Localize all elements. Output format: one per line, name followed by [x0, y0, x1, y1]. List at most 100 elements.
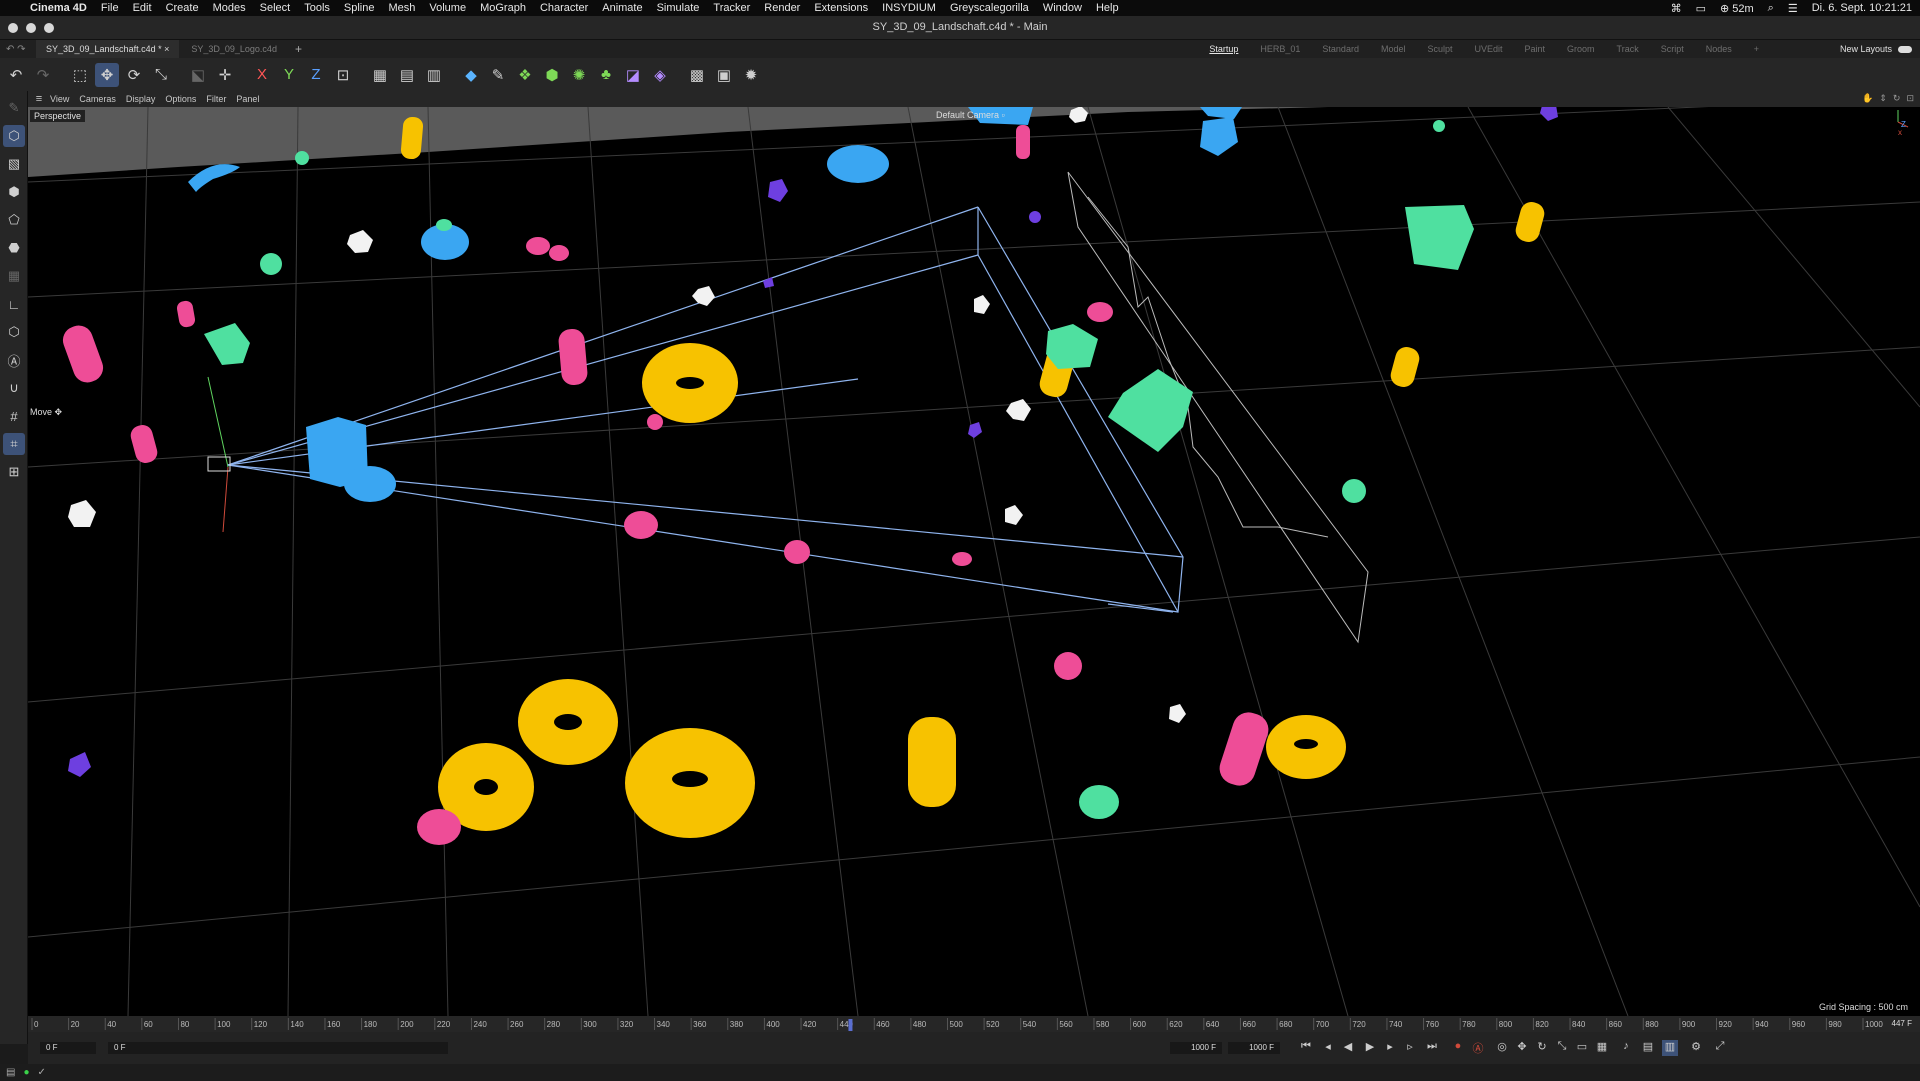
solo-icon[interactable]: ⬡ — [3, 321, 25, 343]
magnet-icon[interactable]: ∪ — [3, 377, 25, 399]
add-layout-icon[interactable]: + — [1743, 44, 1770, 54]
render-view-icon[interactable]: ▦ — [368, 63, 392, 87]
clock[interactable]: Di. 6. Sept. 10:21:21 — [1812, 2, 1912, 14]
edges-mode-icon[interactable]: ⬠ — [3, 209, 25, 231]
light-icon[interactable]: ✹ — [739, 63, 763, 87]
timeline-ruler[interactable]: 0 20 40 60 80 100 120 140 160 180 200 220 240 260 280 3… — [28, 1016, 1920, 1032]
search-icon[interactable]: ⌕ — [1768, 2, 1774, 15]
viewport-menu-options[interactable]: Options — [165, 94, 196, 104]
redo-icon[interactable]: ↷ — [31, 63, 55, 87]
floor-icon[interactable]: ▩ — [685, 63, 709, 87]
sound-icon[interactable]: ♪ — [1618, 1040, 1634, 1056]
previous-key-icon[interactable]: ◂ — [1320, 1040, 1336, 1056]
step-back-icon[interactable]: ◀ — [1340, 1040, 1356, 1056]
transform-icon[interactable]: ✛ — [213, 63, 237, 87]
menu-mograph[interactable]: MoGraph — [480, 2, 526, 14]
new-layouts[interactable]: New Layouts — [1840, 40, 1912, 58]
layout-model[interactable]: Model — [1370, 44, 1417, 54]
start-frame-field[interactable]: 0 F — [40, 1042, 96, 1054]
layout-paint[interactable]: Paint — [1514, 44, 1557, 54]
menu-character[interactable]: Character — [540, 2, 588, 14]
menu-tools[interactable]: Tools — [304, 2, 330, 14]
viewport-menu-display[interactable]: Display — [126, 94, 156, 104]
shortcut-icon[interactable]: ⌘ — [1671, 2, 1682, 15]
timeline-settings-icon[interactable]: ⚙ — [1688, 1040, 1704, 1056]
workplane-icon[interactable]: ⌗ — [3, 433, 25, 455]
x-axis-icon[interactable]: X — [250, 63, 274, 87]
layout-sculpt[interactable]: Sculpt — [1416, 44, 1463, 54]
fps-icon[interactable]: ▤ — [1640, 1040, 1656, 1056]
viewport-scene[interactable]: Z x — [28, 107, 1920, 1016]
z-axis-icon[interactable]: Z — [304, 63, 328, 87]
layout-herb01[interactable]: HERB_01 — [1249, 44, 1311, 54]
yellow-shapes[interactable] — [400, 116, 1547, 838]
menu-mesh[interactable]: Mesh — [388, 2, 415, 14]
hamburger-icon[interactable]: ≡ — [28, 93, 50, 105]
control-center-icon[interactable]: ☰ — [1788, 2, 1798, 15]
subdivision-icon[interactable]: ❖ — [513, 63, 537, 87]
coordinate-system-icon[interactable]: ⊡ — [331, 63, 355, 87]
tab-landschaft[interactable]: SY_3D_09_Landschaft.c4d * × — [36, 40, 180, 58]
layout-standard[interactable]: Standard — [1311, 44, 1370, 54]
viewport-menu-view[interactable]: View — [50, 94, 69, 104]
menu-volume[interactable]: Volume — [429, 2, 466, 14]
battery-status[interactable]: ⊕ 52m — [1720, 2, 1754, 15]
menu-edit[interactable]: Edit — [133, 2, 152, 14]
grid-snap-icon[interactable]: # — [3, 405, 25, 427]
3d-viewport[interactable]: Z x Perspective Default Camera ▫ Move ✥ … — [28, 107, 1920, 1016]
zoom-icon[interactable]: ⇕ — [1879, 93, 1887, 104]
extrude-icon[interactable]: ⬢ — [540, 63, 564, 87]
snap-icon[interactable]: ⬕ — [186, 63, 210, 87]
maximize-icon[interactable]: ⊡ — [1906, 93, 1914, 104]
tab-logo[interactable]: SY_3D_09_Logo.c4d — [181, 40, 287, 58]
menu-window[interactable]: Window — [1043, 2, 1082, 14]
viewport-menu-cameras[interactable]: Cameras — [79, 94, 116, 104]
points-mode-icon[interactable]: ⬢ — [3, 181, 25, 203]
viewport-menu-filter[interactable]: Filter — [206, 94, 226, 104]
layout-uvedit[interactable]: UVEdit — [1463, 44, 1513, 54]
new-layouts-toggle[interactable] — [1898, 45, 1912, 53]
preview-end-field[interactable]: 1000 F — [1170, 1042, 1222, 1054]
viewport-menu-panel[interactable]: Panel — [236, 94, 259, 104]
menu-spline[interactable]: Spline — [344, 2, 375, 14]
play-icon[interactable]: ▶ — [1362, 1040, 1378, 1056]
record-icon[interactable]: ● — [1450, 1040, 1466, 1056]
end-frame-field[interactable]: 1000 F — [1228, 1042, 1280, 1054]
layout-groom[interactable]: Groom — [1556, 44, 1606, 54]
keyframe-selection-icon[interactable]: ◎ — [1494, 1040, 1510, 1056]
timeline-expand-icon[interactable]: ⤢ — [1712, 1040, 1728, 1056]
locked-workplane-icon[interactable]: ⊞ — [3, 461, 25, 483]
scale-tool-icon[interactable]: ⤡ — [149, 63, 173, 87]
rotate-tool-icon[interactable]: ⟳ — [122, 63, 146, 87]
menu-file[interactable]: File — [101, 2, 119, 14]
render-to-picture-viewer-icon[interactable]: ▤ — [395, 63, 419, 87]
cube-icon[interactable]: ◆ — [459, 63, 483, 87]
autokey-icon[interactable]: Ⓐ — [1470, 1040, 1486, 1056]
viewport-projection-label[interactable]: Perspective — [30, 110, 86, 122]
live-selection-icon[interactable]: ⬚ — [68, 63, 92, 87]
edit-mode-icon[interactable]: ✎ — [3, 97, 25, 119]
step-forward-icon[interactable]: ▸ — [1382, 1040, 1398, 1056]
menu-greyscalegorilla[interactable]: Greyscalegorilla — [950, 2, 1029, 14]
menu-modes[interactable]: Modes — [213, 2, 246, 14]
menu-insydium[interactable]: INSYDIUM — [882, 2, 936, 14]
deformer-icon[interactable]: ♣ — [594, 63, 618, 87]
enable-axis-icon[interactable]: Ⓐ — [3, 349, 25, 371]
layout-toggle-icon[interactable]: ▤ — [6, 1067, 15, 1078]
menu-help[interactable]: Help — [1096, 2, 1119, 14]
model-mode-icon[interactable]: ⬡ — [3, 125, 25, 147]
camera-icon[interactable]: ▣ — [712, 63, 736, 87]
undo-icon[interactable]: ↶ — [4, 63, 28, 87]
menu-simulate[interactable]: Simulate — [657, 2, 700, 14]
layout-startup[interactable]: Startup — [1198, 44, 1249, 54]
playhead[interactable] — [848, 1019, 853, 1031]
timeline-svg[interactable]: 0 20 40 60 80 100 120 140 160 180 200 220 240 260 280 3… — [28, 1016, 1920, 1032]
menu-create[interactable]: Create — [166, 2, 199, 14]
layout-track[interactable]: Track — [1606, 44, 1650, 54]
cloner-icon[interactable]: ✺ — [567, 63, 591, 87]
axis-mode-icon[interactable]: ∟ — [3, 293, 25, 315]
green-shapes[interactable] — [204, 120, 1474, 819]
go-to-end-icon[interactable]: ⏭ — [1424, 1040, 1440, 1056]
scale-key-icon[interactable]: ⤡ — [1554, 1040, 1570, 1056]
uv-mode-icon[interactable]: ▦ — [3, 265, 25, 287]
